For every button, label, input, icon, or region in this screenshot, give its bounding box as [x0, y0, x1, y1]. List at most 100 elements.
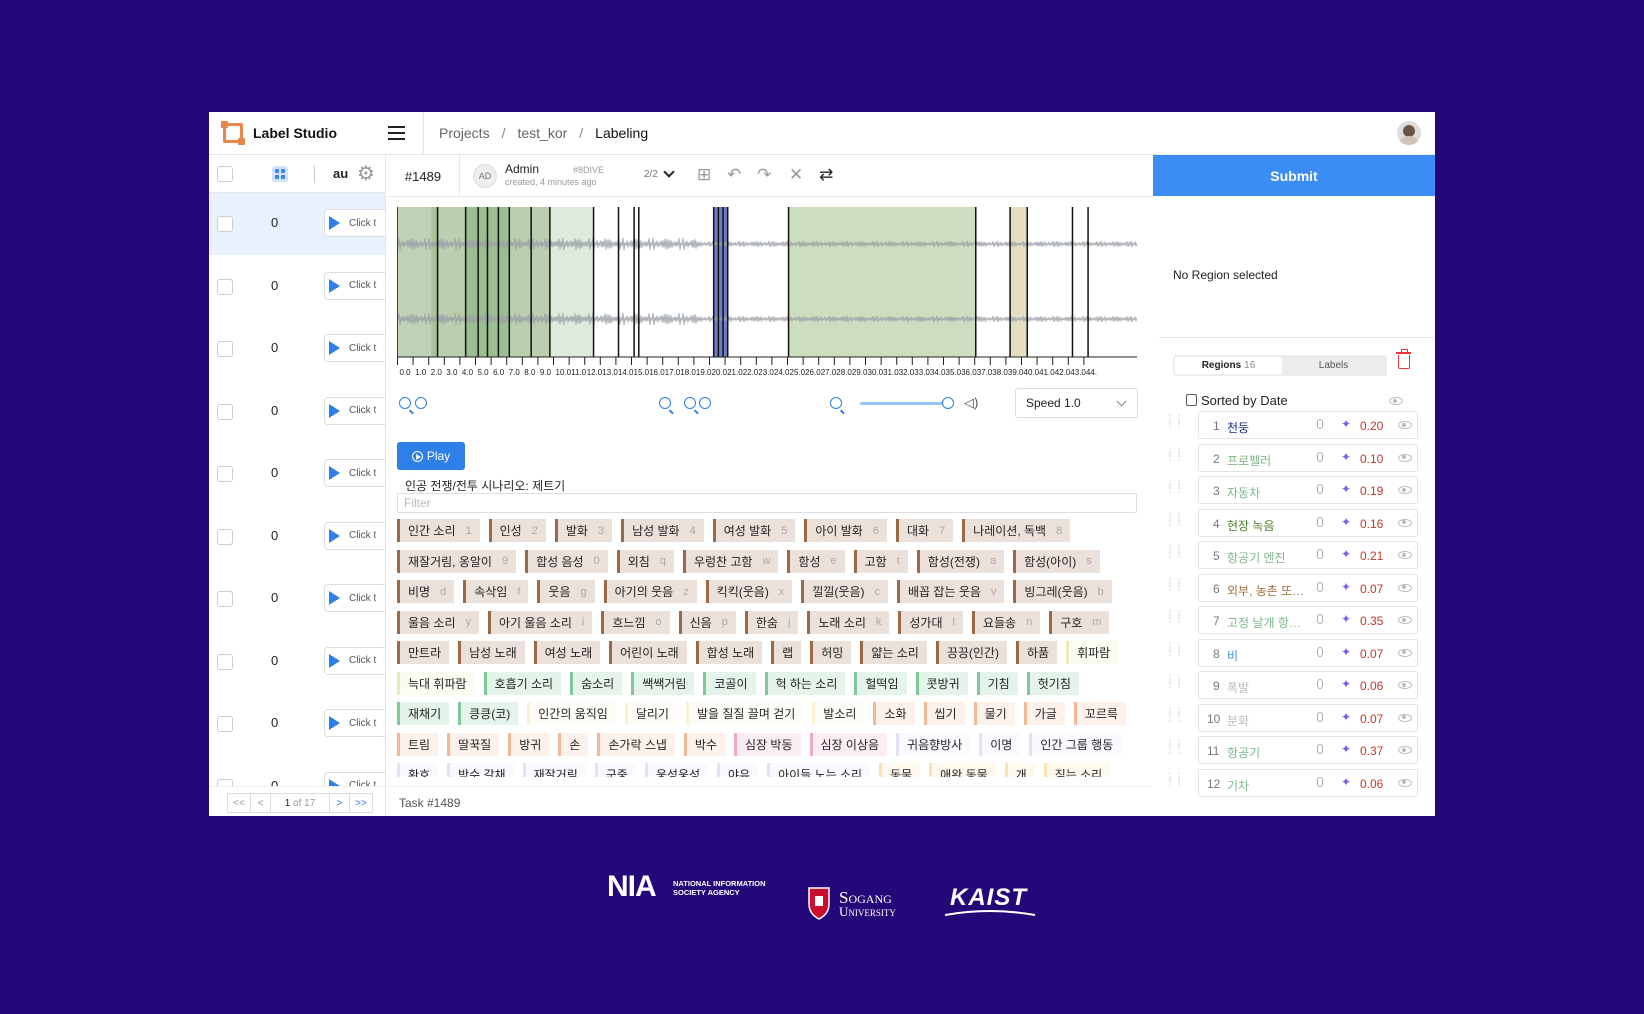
- label-chip[interactable]: 흐느낌 o: [601, 610, 670, 634]
- row-audio-player[interactable]: Click t: [324, 709, 385, 737]
- label-chip[interactable]: 물기: [973, 702, 1015, 725]
- label-chip[interactable]: 합성 노래: [695, 641, 763, 664]
- close-icon[interactable]: ✕: [789, 166, 803, 184]
- label-chip[interactable]: 남성 발화 4: [621, 519, 704, 542]
- eye-icon[interactable]: [1398, 616, 1412, 624]
- label-chip[interactable]: 딸꾹질: [447, 732, 500, 756]
- region-item[interactable]: 10 분화 ✦ 0.07: [1198, 703, 1418, 732]
- first-page-button[interactable]: <<: [227, 793, 251, 813]
- filter-input[interactable]: Filter: [397, 493, 1137, 513]
- label-chip[interactable]: 개: [1004, 763, 1035, 777]
- label-chip[interactable]: 노래 소리 k: [807, 610, 890, 634]
- region-item[interactable]: 2 프로펠러 ✦ 0.10: [1198, 443, 1418, 472]
- tab-regions[interactable]: Regions 16: [1175, 357, 1282, 374]
- label-chip[interactable]: 발화 3: [554, 519, 613, 542]
- eye-icon[interactable]: [1398, 486, 1412, 494]
- region-item[interactable]: 1 천둥 ✦ 0.20: [1198, 411, 1418, 439]
- row-audio-player[interactable]: Click t: [324, 646, 385, 675]
- menu-icon[interactable]: [388, 125, 405, 140]
- label-chip[interactable]: 웅성웅성: [644, 763, 709, 777]
- label-chip[interactable]: 쌕쌕거림: [631, 671, 695, 695]
- row-checkbox[interactable]: [217, 403, 233, 420]
- label-chip[interactable]: 손가락 스냅: [597, 732, 675, 756]
- label-chip[interactable]: 남성 노래: [458, 641, 525, 664]
- label-chip[interactable]: 랩: [771, 641, 802, 664]
- gear-icon[interactable]: ⚙: [357, 164, 375, 184]
- region-item[interactable]: 6 외부, 농촌 또는 ... ✦ 0.07: [1198, 573, 1418, 602]
- play-icon[interactable]: [329, 403, 340, 418]
- zoom-slider-knob[interactable]: [415, 397, 427, 409]
- amplitude-slider-knob[interactable]: [699, 397, 711, 409]
- app-logo[interactable]: Label Studio: [209, 112, 424, 155]
- row-audio-player[interactable]: Click t: [324, 209, 385, 237]
- label-chip[interactable]: 신음 p: [678, 610, 736, 634]
- label-chip[interactable]: 방귀: [508, 732, 550, 756]
- label-chip[interactable]: 심장 이상음: [809, 732, 888, 756]
- region-item[interactable]: 7 고정 날개 항공기 ✦ 0.35: [1198, 606, 1418, 634]
- task-row[interactable]: 0 Click t: [209, 693, 385, 756]
- label-chip[interactable]: 휘파람: [1066, 641, 1119, 664]
- task-row[interactable]: 0 Click t: [209, 256, 385, 318]
- label-chip[interactable]: 함성(전쟁) a: [916, 549, 1005, 573]
- region-item[interactable]: 11 항공기 ✦ 0.37: [1198, 736, 1418, 764]
- label-chip[interactable]: 외침 q: [616, 549, 674, 573]
- label-chip[interactable]: 여성 발화 5: [712, 519, 796, 542]
- breadcrumb-projects[interactable]: Projects: [439, 125, 490, 141]
- play-button[interactable]: Play: [397, 442, 465, 470]
- eye-icon[interactable]: [1389, 397, 1403, 405]
- label-chip[interactable]: 한숨 j: [744, 610, 799, 634]
- play-icon[interactable]: [329, 591, 340, 605]
- label-chip[interactable]: 재잘거림, 옹알이 9: [397, 549, 517, 573]
- label-chip[interactable]: 박수: [683, 732, 725, 756]
- row-checkbox[interactable]: [217, 653, 233, 670]
- label-chip[interactable]: 킁킁(코): [458, 702, 519, 725]
- breadcrumb-project[interactable]: test_kor: [517, 125, 567, 141]
- page-indicator[interactable]: 1 of 17: [270, 793, 330, 813]
- redo-icon[interactable]: ↷: [757, 166, 771, 184]
- label-chip[interactable]: 성가대 l: [898, 610, 963, 634]
- drag-handle-icon[interactable]: ⋮⋮ ⋮⋮: [1165, 772, 1184, 787]
- region-item[interactable]: 5 항공기 엔진 ✦ 0.21: [1198, 541, 1418, 569]
- label-chip[interactable]: 요들송 n: [971, 610, 1041, 634]
- drag-handle-icon[interactable]: ⋮⋮ ⋮⋮: [1165, 512, 1184, 527]
- label-chip[interactable]: 환호: [397, 763, 439, 777]
- label-chip[interactable]: 아이 발화 6: [804, 519, 887, 542]
- eye-icon[interactable]: [1398, 746, 1412, 754]
- row-checkbox[interactable]: [217, 341, 233, 357]
- waveform[interactable]: 0.0 1.0 2.0 3.0 4.0 5.0 6.0 7.0 8.0 9.0 10.0 11.0 12…: [397, 207, 1137, 382]
- region-item[interactable]: 9 폭발 ✦ 0.06: [1198, 671, 1418, 699]
- label-chip[interactable]: 어린이 노래: [609, 641, 687, 664]
- row-audio-player[interactable]: Click t: [324, 521, 385, 550]
- label-chip[interactable]: 야유: [717, 763, 759, 777]
- label-chip[interactable]: 여성 노래: [533, 641, 601, 664]
- label-chip[interactable]: 군중: [594, 763, 636, 777]
- label-chip[interactable]: 짖는 소리: [1043, 763, 1111, 777]
- drag-handle-icon[interactable]: ⋮⋮ ⋮⋮: [1165, 675, 1184, 690]
- drag-handle-icon[interactable]: ⋮⋮ ⋮⋮: [1165, 707, 1184, 722]
- task-row[interactable]: 0 Click t: [209, 381, 385, 443]
- label-chip[interactable]: 헐떡임: [854, 671, 907, 695]
- label-chip[interactable]: 헉 하는 소리: [764, 671, 846, 695]
- label-chip[interactable]: 하품: [1015, 641, 1058, 664]
- label-chip[interactable]: 발을 질질 끌며 걷기: [685, 702, 804, 725]
- next-page-button[interactable]: >: [329, 793, 350, 813]
- sort-icon[interactable]: [1186, 394, 1197, 406]
- label-chip[interactable]: 소화: [873, 702, 915, 725]
- row-audio-player[interactable]: Click t: [324, 459, 385, 487]
- row-checkbox[interactable]: [217, 591, 233, 607]
- volume-icon[interactable]: ◁): [964, 395, 978, 411]
- region-item[interactable]: 8 비 ✦ 0.07: [1198, 638, 1418, 667]
- label-chip[interactable]: 얇는 소리: [860, 641, 927, 664]
- zoom-out-icon[interactable]: [399, 397, 411, 409]
- label-chip[interactable]: 만트라: [397, 641, 450, 664]
- label-chip[interactable]: 발소리: [812, 702, 865, 725]
- label-chip[interactable]: 함성 e: [787, 549, 845, 573]
- amplitude-out-icon[interactable]: [684, 397, 696, 409]
- eye-icon[interactable]: [1398, 518, 1412, 527]
- label-chip[interactable]: 늑대 휘파람: [397, 671, 475, 695]
- volume-slider-knob[interactable]: [942, 397, 954, 409]
- label-chip[interactable]: 코골이: [703, 671, 756, 695]
- row-checkbox[interactable]: [217, 466, 233, 482]
- chevron-down-icon[interactable]: [663, 166, 675, 178]
- label-chip[interactable]: 허밍: [810, 641, 852, 664]
